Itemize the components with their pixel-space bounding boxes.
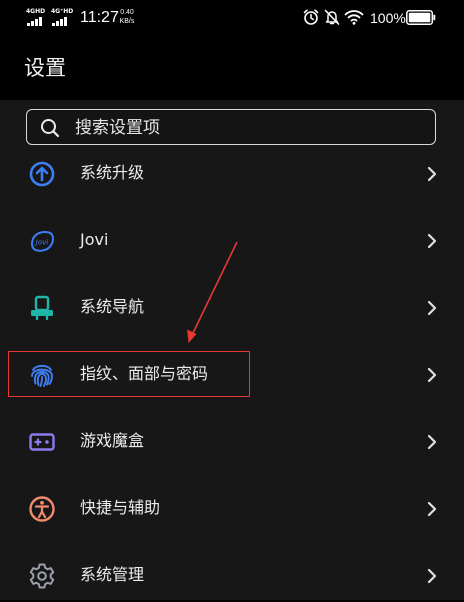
battery-icon <box>406 10 436 25</box>
alarm-icon <box>303 9 319 25</box>
settings-item-system-management[interactable]: 系统管理 <box>0 550 464 602</box>
sim2-signal-icon: 4G⁺HD <box>51 8 73 28</box>
settings-item-label: 快捷与辅助 <box>80 498 161 517</box>
navigation-icon <box>31 295 53 321</box>
chevron-right-icon <box>427 501 437 517</box>
gear-icon <box>29 563 55 589</box>
accessibility-icon <box>29 496 55 522</box>
chevron-right-icon <box>427 434 437 450</box>
network-speed-unit: KB/s <box>119 18 135 25</box>
settings-item-label: 游戏魔盒 <box>80 431 145 450</box>
settings-item-system-update[interactable]: 系统升级 <box>0 148 464 200</box>
status-time: 11:27 <box>80 9 119 26</box>
search-icon <box>41 119 60 138</box>
chevron-right-icon <box>427 166 437 182</box>
settings-item-game-box[interactable]: 游戏魔盒 <box>0 416 464 468</box>
chevron-right-icon <box>427 300 437 316</box>
page-title: 设置 <box>24 56 66 80</box>
header <box>0 36 464 100</box>
system-update-icon <box>29 161 55 187</box>
sim1-network-label: 4GHD <box>26 8 46 15</box>
chevron-right-icon <box>427 233 437 249</box>
mute-bell-icon <box>324 9 340 25</box>
game-box-icon <box>29 433 55 451</box>
settings-item-jovi[interactable]: Jovi Jovi <box>0 215 464 267</box>
battery-percent: 100% <box>370 10 406 26</box>
settings-item-label: 系统管理 <box>80 565 145 584</box>
sim2-network-label: 4G⁺HD <box>51 8 74 15</box>
svg-text:Jovi: Jovi <box>34 239 48 247</box>
network-speed-value: 0.40 <box>120 9 134 16</box>
jovi-icon: Jovi <box>30 231 54 252</box>
settings-item-shortcuts-accessibility[interactable]: 快捷与辅助 <box>0 483 464 535</box>
network-speed: 0.40 KB/s <box>117 8 137 26</box>
search-input[interactable]: 搜索设置项 <box>26 109 436 145</box>
search-placeholder: 搜索设置项 <box>75 118 160 138</box>
wifi-icon <box>344 10 364 25</box>
highlight-box <box>8 351 250 397</box>
chevron-right-icon <box>427 568 437 584</box>
settings-item-label: 系统导航 <box>80 297 145 316</box>
status-bar: 4GHD 4G⁺HD 11:27 0.40 KB/s 100% <box>0 0 464 36</box>
settings-item-label: 系统升级 <box>80 163 145 182</box>
chevron-right-icon <box>427 367 437 383</box>
settings-item-label: Jovi <box>80 230 109 249</box>
settings-item-system-navigation[interactable]: 系统导航 <box>0 282 464 334</box>
sim1-signal-icon: 4GHD <box>26 8 48 28</box>
